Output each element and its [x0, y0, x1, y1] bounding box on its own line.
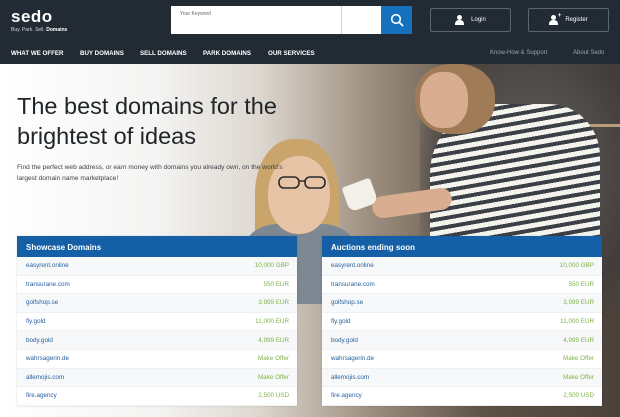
list-item[interactable]: easyrent.online 10,000 GBP [17, 257, 297, 276]
domain-price: 4,999 EUR [563, 336, 594, 344]
domain-price: 2,500 USD [258, 392, 289, 400]
domain-name[interactable]: easyrent.online [331, 262, 374, 269]
domain-name[interactable]: fly.gold [26, 318, 45, 325]
domain-price: 11,000 EUR [560, 318, 594, 326]
add-user-icon: + [549, 13, 561, 25]
list-item[interactable]: allemojis.com Make Offer [322, 368, 602, 388]
list-item[interactable]: golfshop.se 3,999 EUR [17, 294, 297, 313]
domain-price: Make Offer [562, 373, 594, 381]
hero-subtitle: Find the perfect web address, or earn mo… [17, 164, 283, 182]
search-placeholder: Your Keyword [180, 11, 211, 17]
domain-price: Make Offer [257, 373, 289, 381]
domain-name[interactable]: golfshop.se [331, 299, 363, 306]
domain-name[interactable]: body.gold [26, 337, 53, 344]
list-item[interactable]: easyrent.online 10,000 GBP [322, 257, 602, 276]
hero-person-standing-face [420, 72, 468, 128]
domain-name[interactable]: golfshop.se [26, 299, 58, 306]
list-item[interactable]: wahrsagerin.de Make Offer [322, 350, 602, 369]
showcase-domains-panel: Showcase Domains easyrent.online 10,000 G… [17, 236, 297, 406]
domain-name[interactable]: body.gold [331, 337, 358, 344]
list-item[interactable]: body.gold 4,999 EUR [17, 331, 297, 350]
domain-price: 11,000 EUR [255, 318, 289, 326]
domain-name[interactable]: easyrent.online [26, 262, 69, 269]
domain-price: Make Offer [562, 355, 594, 363]
domain-price: 550 EUR [568, 280, 594, 288]
domain-price: 3,999 EUR [258, 299, 289, 307]
list-item[interactable]: allemojis.com Make Offer [17, 368, 297, 388]
nav-sell-domains[interactable]: SELL DOMAINS [140, 50, 187, 57]
search-divider [341, 6, 342, 34]
list-item[interactable]: transurane.com 550 EUR [322, 276, 602, 295]
nav-what-we-offer[interactable]: WHAT WE OFFER [11, 50, 63, 57]
logo-tagline: Buy. Park. Sell. Domains [11, 27, 67, 33]
main-navigation: WHAT WE OFFER BUY DOMAINS SELL DOMAINS P… [0, 44, 620, 64]
domain-name[interactable]: transurane.com [26, 281, 70, 288]
domain-price: 2,500 USD [563, 392, 594, 400]
login-label: Login [471, 17, 486, 23]
nav-know-how-support[interactable]: Know-How & Support [490, 50, 547, 56]
list-item[interactable]: fly.gold 11,000 EUR [17, 313, 297, 332]
login-button[interactable]: Login [430, 8, 511, 32]
list-item[interactable]: fire.agency 2,500 USD [17, 387, 297, 406]
list-item[interactable]: wahrsagerin.de Make Offer [17, 350, 297, 369]
site-header: sedo Buy. Park. Sell. Domains Your Keywo… [0, 0, 620, 44]
auctions-ending-soon-title: Auctions ending soon [322, 236, 602, 257]
domain-price: 10,000 GBP [254, 262, 289, 270]
list-item[interactable]: fly.gold 11,000 EUR [322, 313, 602, 332]
logo-tagline-bold: Domains [46, 27, 68, 33]
domain-price: 4,999 EUR [258, 336, 289, 344]
register-label: Register [565, 17, 588, 23]
domain-name[interactable]: transurane.com [331, 281, 375, 288]
domain-name[interactable]: wahrsagerin.de [331, 355, 374, 362]
domain-price: 550 EUR [263, 280, 289, 288]
domain-price: 3,999 EUR [563, 299, 594, 307]
list-item[interactable]: transurane.com 550 EUR [17, 276, 297, 295]
domain-name[interactable]: fly.gold [331, 318, 350, 325]
list-item[interactable]: fire.agency 2,500 USD [322, 387, 602, 406]
domain-name[interactable]: allemojis.com [331, 374, 369, 381]
showcase-domains-title: Showcase Domains [17, 236, 297, 257]
showcase-domains-list: easyrent.online 10,000 GBP transurane.com… [17, 257, 297, 406]
domain-name[interactable]: fire.agency [331, 392, 362, 399]
domain-name[interactable]: fire.agency [26, 392, 57, 399]
nav-buy-domains[interactable]: BUY DOMAINS [80, 50, 124, 57]
domain-price: 10,000 GBP [559, 262, 594, 270]
sedo-logo[interactable]: sedo Buy. Park. Sell. Domains [11, 7, 67, 34]
search-input[interactable]: Your Keyword [171, 6, 381, 34]
list-item[interactable]: body.gold 4,999 EUR [322, 331, 602, 350]
logo-wordmark: sedo [11, 7, 53, 26]
user-icon [455, 15, 465, 25]
domain-name[interactable]: allemojis.com [26, 374, 64, 381]
logo-tagline-plain: Buy. Park. Sell. [11, 27, 45, 33]
search-form: Your Keyword [171, 6, 412, 34]
search-icon [390, 13, 403, 27]
search-button[interactable] [381, 6, 412, 34]
nav-our-services[interactable]: OUR SERVICES [268, 50, 315, 57]
domain-name[interactable]: wahrsagerin.de [26, 355, 69, 362]
list-item[interactable]: golfshop.se 3,999 EUR [322, 294, 602, 313]
hero-title: The best domains for the brightest of id… [17, 93, 277, 149]
domain-price: Make Offer [257, 355, 289, 363]
nav-about-sedo[interactable]: About Sedo [573, 50, 604, 56]
auctions-list: easyrent.online 10,000 GBP transurane.com… [322, 257, 602, 406]
auctions-ending-soon-panel: Auctions ending soon easyrent.online 10,0… [322, 236, 602, 406]
nav-park-domains[interactable]: PARK DOMAINS [203, 50, 251, 57]
register-button[interactable]: + Register [528, 8, 609, 32]
